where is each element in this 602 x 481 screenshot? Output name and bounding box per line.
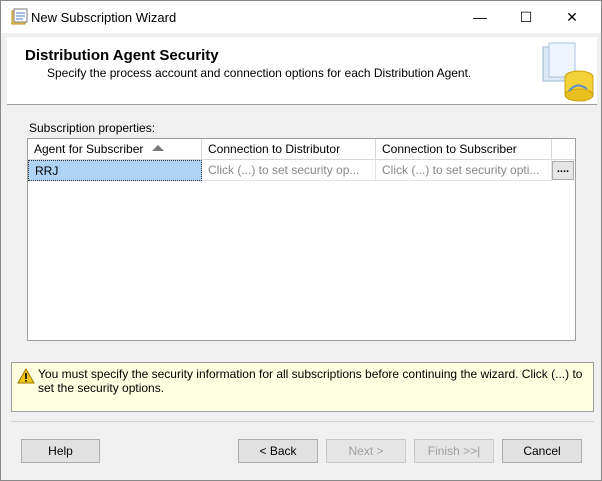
wizard-window: New Subscription Wizard — ☐ ✕ Distributi… <box>0 0 602 481</box>
subscription-properties-label: Subscription properties: <box>29 121 156 135</box>
subscription-properties-grid[interactable]: Agent for Subscriber Connection to Distr… <box>27 138 576 341</box>
column-header-subscriber[interactable]: Connection to Subscriber <box>376 139 552 160</box>
app-icon <box>11 8 28 25</box>
page-subtitle: Specify the process account and connecti… <box>47 66 472 80</box>
database-security-icon <box>542 42 594 102</box>
close-button[interactable]: ✕ <box>549 1 595 33</box>
minimize-button[interactable]: — <box>457 1 503 33</box>
cell-distributor-connection[interactable]: Click (...) to set security op... <box>202 160 376 181</box>
back-button[interactable]: < Back <box>238 439 318 463</box>
sort-ascending-icon <box>152 145 164 151</box>
title-bar: New Subscription Wizard — ☐ ✕ <box>1 1 601 33</box>
column-header-label: Connection to Distributor <box>208 142 341 156</box>
column-header-label: Agent for Subscriber <box>34 142 144 156</box>
page-title: Distribution Agent Security <box>25 47 219 64</box>
grid-header: Agent for Subscriber Connection to Distr… <box>28 139 575 160</box>
cancel-button[interactable]: Cancel <box>502 439 582 463</box>
table-row[interactable]: RRJ Click (...) to set security op... Cl… <box>28 160 575 181</box>
finish-button[interactable]: Finish >>| <box>414 439 494 463</box>
column-header-agent[interactable]: Agent for Subscriber <box>28 139 202 160</box>
warning-panel: You must specify the security informatio… <box>11 362 594 412</box>
column-header-distributor[interactable]: Connection to Distributor <box>202 139 376 160</box>
cell-subscriber-connection[interactable]: Click (...) to set security opti... <box>376 160 552 181</box>
warning-icon <box>17 368 35 384</box>
next-button[interactable]: Next > <box>326 439 406 463</box>
help-button[interactable]: Help <box>21 439 100 463</box>
warning-message: You must specify the security informatio… <box>38 367 583 395</box>
window-title: New Subscription Wizard <box>31 10 177 25</box>
wizard-header: Distribution Agent Security Specify the … <box>7 37 597 105</box>
divider <box>11 421 594 422</box>
cell-agent[interactable]: RRJ <box>28 160 202 181</box>
column-header-label: Connection to Subscriber <box>382 142 517 156</box>
maximize-button[interactable]: ☐ <box>503 1 549 33</box>
set-security-options-button[interactable]: .... <box>552 161 574 180</box>
